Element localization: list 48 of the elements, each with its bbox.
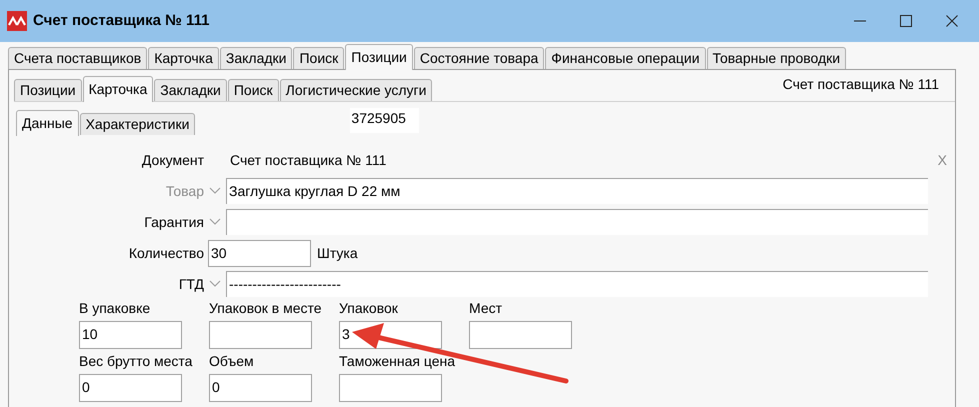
window-title: Счет поставщика № 111 xyxy=(33,10,210,31)
chevron-down-icon[interactable] xyxy=(209,218,221,226)
close-icon xyxy=(946,15,958,27)
tab[interactable]: Характеристики xyxy=(80,113,196,135)
field-label: Таможенная цена xyxy=(339,352,456,370)
tab[interactable]: Поиск xyxy=(228,79,279,101)
input-field[interactable] xyxy=(339,374,442,402)
field-label: Упаковок xyxy=(339,299,399,317)
input-field[interactable]: 0 xyxy=(79,374,182,402)
header-caption: Счет поставщика № 111 xyxy=(782,75,939,94)
field-label: Упаковок в месте xyxy=(209,299,323,317)
input-field[interactable]: 30 xyxy=(208,240,311,266)
tab[interactable]: Товарные проводки xyxy=(706,47,846,69)
combo-field[interactable]: ------------------------ xyxy=(226,271,928,297)
tab[interactable]: Финансовые операции xyxy=(545,47,706,69)
maximize-icon xyxy=(900,15,912,27)
tab[interactable]: Поиск xyxy=(293,47,344,69)
tab[interactable]: Карточка xyxy=(148,47,219,69)
field-label: ГТД xyxy=(178,274,204,294)
tab[interactable]: Позиции xyxy=(14,79,82,101)
field-label: Товар xyxy=(164,182,204,201)
input-field[interactable]: 0 xyxy=(209,374,312,402)
field-label: Количество xyxy=(128,244,204,262)
tab[interactable]: Логистические услуги xyxy=(280,79,432,101)
input-field[interactable] xyxy=(469,321,572,349)
unit-label: Штука xyxy=(317,244,358,263)
tab[interactable]: Позиции xyxy=(345,44,413,70)
field-label: Мест xyxy=(469,299,504,317)
tab[interactable]: Данные xyxy=(16,110,79,136)
tab[interactable]: Карточка xyxy=(82,76,154,102)
minimize-icon xyxy=(854,20,866,22)
tab[interactable]: Закладки xyxy=(220,47,292,69)
tab[interactable]: Счета поставщиков xyxy=(8,47,148,69)
field-label: Документ xyxy=(140,151,204,170)
document-value: Счет поставщика № 111 xyxy=(230,151,386,170)
chevron-down-icon[interactable] xyxy=(209,187,221,195)
tab[interactable]: Состояние товара xyxy=(414,47,544,69)
input-field[interactable] xyxy=(209,321,312,349)
chevron-down-icon[interactable] xyxy=(209,280,221,288)
record-id: 3725905 xyxy=(350,108,420,133)
tab[interactable]: Закладки xyxy=(154,79,227,101)
field-label: Гарантия xyxy=(143,212,204,232)
field-label: В упаковке xyxy=(79,299,152,317)
input-field[interactable]: 10 xyxy=(79,321,182,349)
combo-field[interactable] xyxy=(226,209,928,235)
app-logo-icon xyxy=(7,11,27,31)
field-label: Объем xyxy=(209,352,255,370)
field-label: Вес брутто места xyxy=(79,352,194,370)
